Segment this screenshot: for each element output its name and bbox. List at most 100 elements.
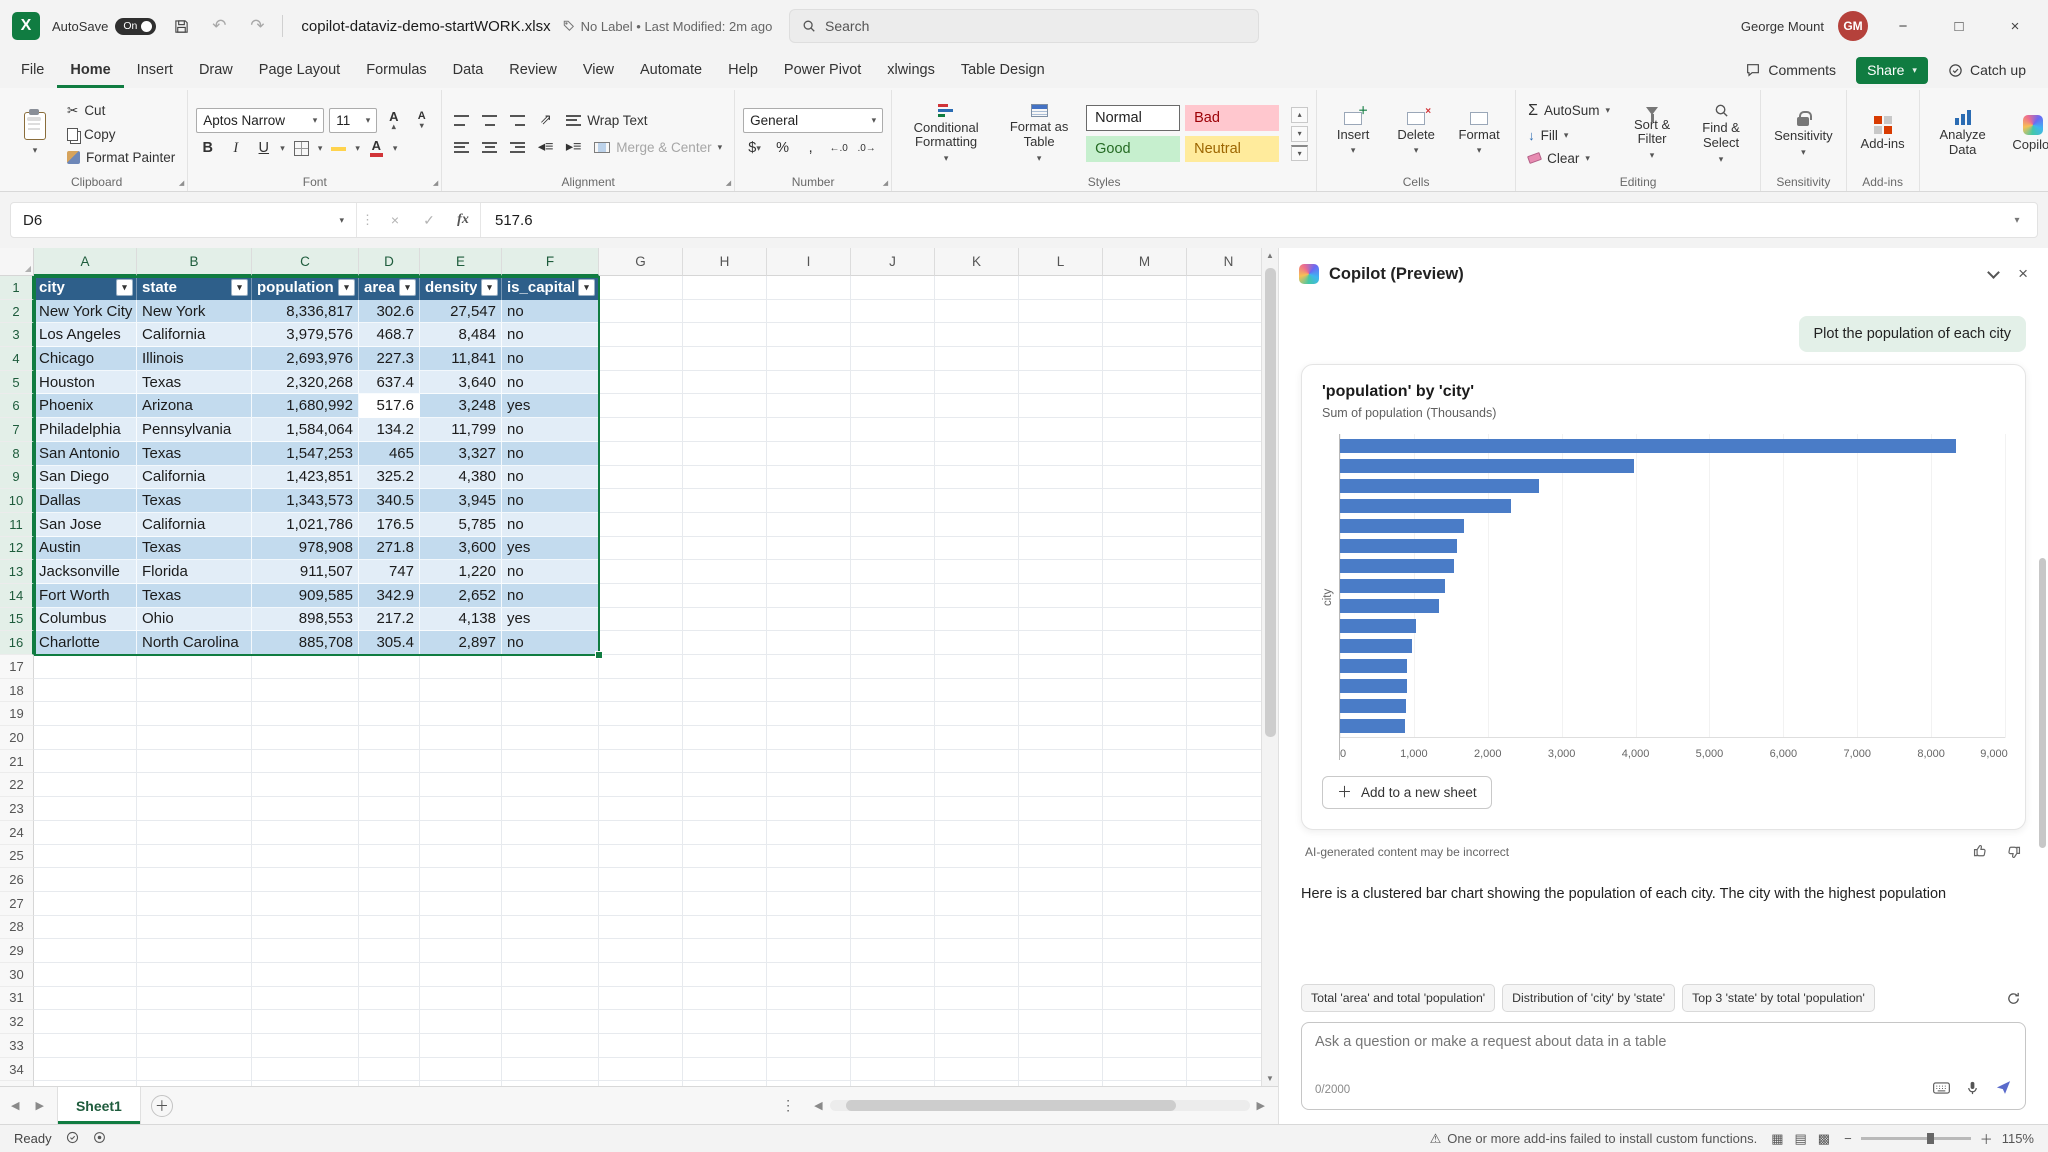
cell-F27[interactable]: [502, 892, 599, 916]
cell-I19[interactable]: [767, 702, 851, 726]
cell-F19[interactable]: [502, 702, 599, 726]
cell-B2[interactable]: New York: [137, 300, 252, 324]
cell-H10[interactable]: [683, 489, 767, 513]
cell-D33[interactable]: [359, 1034, 420, 1058]
cell-L7[interactable]: [1019, 418, 1103, 442]
cell-H19[interactable]: [683, 702, 767, 726]
prompt-guide-button[interactable]: [1933, 1081, 1950, 1099]
cell-C15[interactable]: 898,553: [252, 608, 359, 632]
column-header-N[interactable]: N: [1187, 248, 1261, 276]
cell-K21[interactable]: [935, 750, 1019, 774]
cell-C10[interactable]: 1,343,573: [252, 489, 359, 513]
cell-I4[interactable]: [767, 347, 851, 371]
cell-J10[interactable]: [851, 489, 935, 513]
cell-B16[interactable]: North Carolina: [137, 631, 252, 655]
row-header-33[interactable]: 33: [0, 1034, 34, 1058]
cell-J6[interactable]: [851, 394, 935, 418]
borders-button[interactable]: [290, 137, 313, 160]
cell-N35[interactable]: [1187, 1081, 1261, 1086]
cell-K30[interactable]: [935, 963, 1019, 987]
cell-B3[interactable]: California: [137, 323, 252, 347]
expand-formula-bar-button[interactable]: ▾: [1997, 215, 2037, 226]
panel-scroll-thumb[interactable]: [2039, 558, 2046, 848]
row-header-6[interactable]: 6: [0, 394, 34, 418]
cell-B31[interactable]: [137, 987, 252, 1011]
cell-M25[interactable]: [1103, 845, 1187, 869]
cell-J15[interactable]: [851, 608, 935, 632]
cell-I17[interactable]: [767, 655, 851, 679]
row-header-11[interactable]: 11: [0, 513, 34, 537]
cell-F15[interactable]: yes: [502, 608, 599, 632]
cell-H6[interactable]: [683, 394, 767, 418]
cell-K34[interactable]: [935, 1058, 1019, 1082]
cell-I31[interactable]: [767, 987, 851, 1011]
formula-input[interactable]: 517.6: [481, 212, 1997, 229]
minimize-button[interactable]: −: [1882, 0, 1924, 52]
cell-M19[interactable]: [1103, 702, 1187, 726]
cell-N24[interactable]: [1187, 821, 1261, 845]
row-header-13[interactable]: 13: [0, 560, 34, 584]
cell-B21[interactable]: [137, 750, 252, 774]
cell-J28[interactable]: [851, 916, 935, 940]
column-header-I[interactable]: I: [767, 248, 851, 276]
decrease-indent-button[interactable]: ◂≡: [534, 136, 557, 159]
cell-G12[interactable]: [599, 537, 683, 561]
italic-button[interactable]: I: [224, 137, 247, 160]
cell-H9[interactable]: [683, 466, 767, 490]
ribbon-tab-review[interactable]: Review: [496, 52, 570, 88]
align-right-button[interactable]: [506, 136, 529, 159]
share-button[interactable]: Share▾: [1856, 57, 1928, 84]
cell-E12[interactable]: 3,600: [420, 537, 502, 561]
cell-L33[interactable]: [1019, 1034, 1103, 1058]
cell-A31[interactable]: [34, 987, 137, 1011]
cell-J32[interactable]: [851, 1010, 935, 1034]
cell-C14[interactable]: 909,585: [252, 584, 359, 608]
cell-C23[interactable]: [252, 797, 359, 821]
cell-C35[interactable]: [252, 1081, 359, 1086]
cell-H1[interactable]: [683, 276, 767, 300]
cell-D31[interactable]: [359, 987, 420, 1011]
cell-D16[interactable]: 305.4: [359, 631, 420, 655]
cell-B10[interactable]: Texas: [137, 489, 252, 513]
cell-K26[interactable]: [935, 868, 1019, 892]
cell-A21[interactable]: [34, 750, 137, 774]
cell-K3[interactable]: [935, 323, 1019, 347]
document-status[interactable]: No Label • Last Modified: 2m ago: [563, 19, 773, 34]
cell-A4[interactable]: Chicago: [34, 347, 137, 371]
cell-C7[interactable]: 1,584,064: [252, 418, 359, 442]
cell-J27[interactable]: [851, 892, 935, 916]
cell-L31[interactable]: [1019, 987, 1103, 1011]
cell-I25[interactable]: [767, 845, 851, 869]
cell-C26[interactable]: [252, 868, 359, 892]
thumbs-up-button[interactable]: [1972, 842, 1989, 862]
cell-F33[interactable]: [502, 1034, 599, 1058]
cell-C18[interactable]: [252, 679, 359, 703]
cell-J23[interactable]: [851, 797, 935, 821]
cell-A20[interactable]: [34, 726, 137, 750]
cell-K19[interactable]: [935, 702, 1019, 726]
comma-style-button[interactable]: ,: [799, 137, 822, 160]
formula-bar-grip[interactable]: ⋮: [357, 212, 378, 228]
cell-I35[interactable]: [767, 1081, 851, 1086]
cell-L2[interactable]: [1019, 300, 1103, 324]
cell-L11[interactable]: [1019, 513, 1103, 537]
cell-M29[interactable]: [1103, 939, 1187, 963]
cell-A24[interactable]: [34, 821, 137, 845]
sheet-nav-left-arrow[interactable]: ◀: [8, 1099, 22, 1112]
chevron-down-icon[interactable]: ▾: [355, 143, 360, 154]
cell-A13[interactable]: Jacksonville: [34, 560, 137, 584]
cell-N32[interactable]: [1187, 1010, 1261, 1034]
row-header-34[interactable]: 34: [0, 1058, 34, 1082]
thumbs-down-button[interactable]: [2005, 844, 2022, 861]
cell-K23[interactable]: [935, 797, 1019, 821]
cell-D6[interactable]: 517.6: [359, 394, 420, 418]
cell-L3[interactable]: [1019, 323, 1103, 347]
cell-A10[interactable]: Dallas: [34, 489, 137, 513]
cell-A34[interactable]: [34, 1058, 137, 1082]
cell-E13[interactable]: 1,220: [420, 560, 502, 584]
cell-F35[interactable]: [502, 1081, 599, 1086]
ribbon-tab-formulas[interactable]: Formulas: [353, 52, 439, 88]
cell-L23[interactable]: [1019, 797, 1103, 821]
cell-F25[interactable]: [502, 845, 599, 869]
row-header-5[interactable]: 5: [0, 371, 34, 395]
